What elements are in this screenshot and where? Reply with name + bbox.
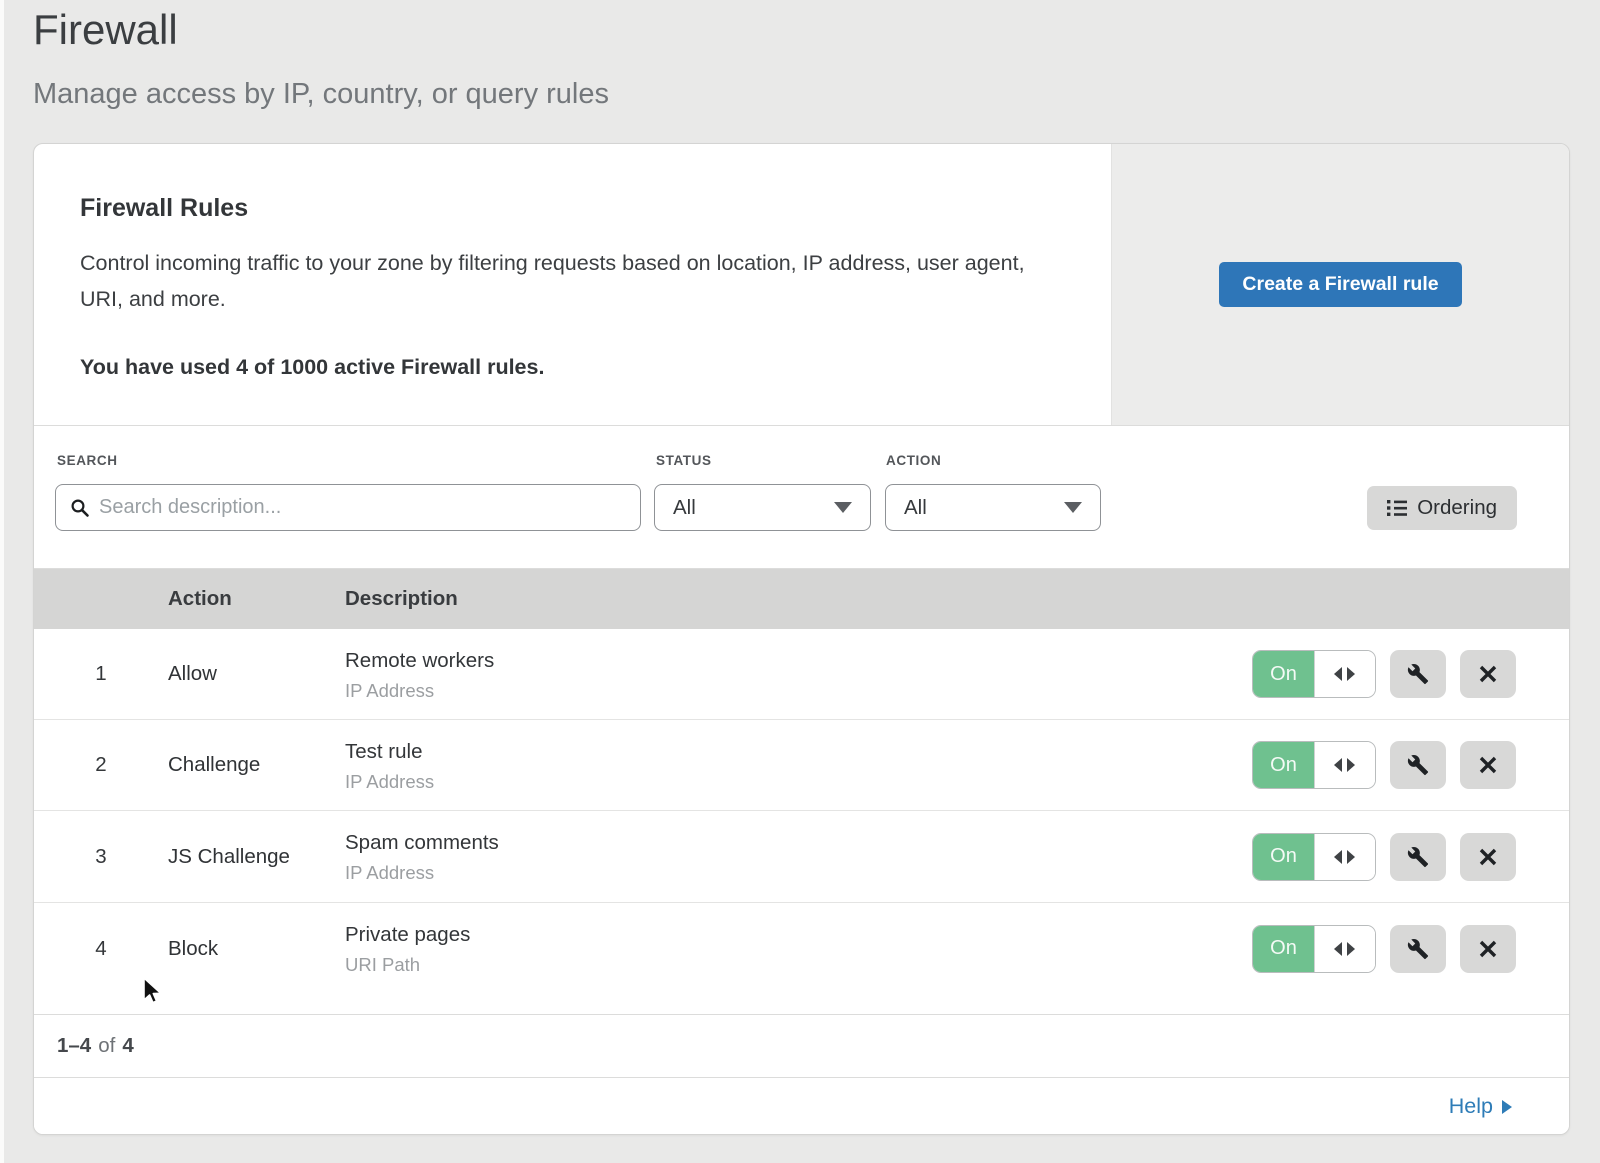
- pagination-bar: 1–4 of 4: [34, 1014, 1569, 1077]
- table-bottom-spacer: [34, 994, 1569, 1014]
- toggle-arrows-icon: [1347, 667, 1355, 681]
- search-box: [55, 484, 641, 531]
- delete-rule-button[interactable]: [1460, 833, 1516, 881]
- pagination-of-text: of: [98, 1034, 115, 1058]
- table-row: 2 Challenge Test rule IP Address On: [34, 720, 1569, 811]
- pagination-total: 4: [122, 1034, 133, 1058]
- toggle-arrows-icon: [1334, 942, 1342, 956]
- edit-rule-button[interactable]: [1390, 650, 1446, 698]
- page-title: Firewall: [33, 6, 178, 54]
- close-icon: [1478, 755, 1498, 775]
- caret-down-icon: [834, 502, 852, 513]
- close-icon: [1478, 847, 1498, 867]
- rule-action: Challenge: [168, 753, 345, 777]
- rule-enabled-toggle[interactable]: On: [1252, 741, 1376, 789]
- filters-bar: SEARCH STATUS All ACTION All: [34, 426, 1569, 569]
- toggle-arrows-icon: [1334, 667, 1342, 681]
- toggle-on-label[interactable]: On: [1253, 834, 1314, 880]
- row-controls: On: [1252, 720, 1516, 810]
- rule-enabled-toggle[interactable]: On: [1252, 650, 1376, 698]
- row-controls: On: [1252, 629, 1516, 719]
- table-header: Action Description: [34, 569, 1569, 629]
- row-controls: On: [1252, 811, 1516, 902]
- card-heading: Firewall Rules: [80, 194, 1080, 223]
- edit-rule-button[interactable]: [1390, 925, 1446, 973]
- pagination-range: 1–4: [57, 1034, 91, 1058]
- toggle-arrows-icon: [1347, 850, 1355, 864]
- page-subtitle: Manage access by IP, country, or query r…: [33, 78, 609, 111]
- toggle-handle[interactable]: [1314, 651, 1375, 697]
- ordered-list-icon: [1387, 499, 1407, 517]
- rule-priority: 2: [34, 753, 168, 777]
- help-link-label: Help: [1449, 1094, 1493, 1119]
- rule-priority: 1: [34, 662, 168, 686]
- help-arrow-icon: [1502, 1100, 1512, 1114]
- delete-rule-button[interactable]: [1460, 650, 1516, 698]
- caret-down-icon: [1064, 502, 1082, 513]
- status-selected-value: All: [673, 496, 696, 520]
- card-footer: Help: [34, 1077, 1569, 1135]
- edit-rule-button[interactable]: [1390, 833, 1446, 881]
- wrench-icon: [1407, 663, 1429, 685]
- firewall-page: Firewall Manage access by IP, country, o…: [0, 0, 1600, 1163]
- ordering-button-label: Ordering: [1417, 496, 1497, 520]
- toggle-arrows-icon: [1347, 758, 1355, 772]
- close-icon: [1478, 664, 1498, 684]
- toggle-arrows-icon: [1334, 758, 1342, 772]
- toggle-arrows-icon: [1334, 850, 1342, 864]
- wrench-icon: [1407, 938, 1429, 960]
- toggle-on-label[interactable]: On: [1253, 651, 1314, 697]
- table-row: 3 JS Challenge Spam comments IP Address …: [34, 811, 1569, 903]
- rule-action: Block: [168, 937, 345, 961]
- rule-action: JS Challenge: [168, 845, 345, 869]
- search-icon: [70, 498, 90, 518]
- rule-priority: 4: [34, 937, 168, 961]
- toggle-handle[interactable]: [1314, 834, 1375, 880]
- description-column-header: Description: [345, 587, 1569, 611]
- wrench-icon: [1407, 754, 1429, 776]
- status-select[interactable]: All: [654, 484, 871, 531]
- search-label: SEARCH: [57, 453, 118, 468]
- delete-rule-button[interactable]: [1460, 925, 1516, 973]
- intro-text-block: Firewall Rules Control incoming traffic …: [80, 144, 1080, 380]
- action-selected-value: All: [904, 496, 927, 520]
- toggle-on-label[interactable]: On: [1253, 742, 1314, 788]
- firewall-rules-card: Firewall Rules Control incoming traffic …: [33, 143, 1570, 1135]
- toggle-handle[interactable]: [1314, 926, 1375, 972]
- usage-note: You have used 4 of 1000 active Firewall …: [80, 355, 1080, 380]
- toggle-on-label[interactable]: On: [1253, 926, 1314, 972]
- ordering-button[interactable]: Ordering: [1367, 486, 1517, 530]
- edit-rule-button[interactable]: [1390, 741, 1446, 789]
- toggle-arrows-icon: [1347, 942, 1355, 956]
- delete-rule-button[interactable]: [1460, 741, 1516, 789]
- wrench-icon: [1407, 846, 1429, 868]
- action-select[interactable]: All: [885, 484, 1101, 531]
- card-intro-section: Firewall Rules Control incoming traffic …: [34, 144, 1569, 426]
- close-icon: [1478, 939, 1498, 959]
- left-edge-sliver: [0, 0, 4, 1163]
- table-row: 4 Block Private pages URI Path On: [34, 903, 1569, 994]
- help-link[interactable]: Help: [1449, 1094, 1512, 1119]
- status-label: STATUS: [656, 453, 712, 468]
- toggle-handle[interactable]: [1314, 742, 1375, 788]
- rule-priority: 3: [34, 845, 168, 869]
- row-controls: On: [1252, 903, 1516, 994]
- create-firewall-rule-button[interactable]: Create a Firewall rule: [1219, 262, 1461, 307]
- action-column-header: Action: [168, 587, 345, 611]
- card-description: Control incoming traffic to your zone by…: [80, 245, 1040, 317]
- search-input[interactable]: [99, 496, 626, 519]
- rule-enabled-toggle[interactable]: On: [1252, 925, 1376, 973]
- table-row: 1 Allow Remote workers IP Address On: [34, 629, 1569, 720]
- rule-enabled-toggle[interactable]: On: [1252, 833, 1376, 881]
- rule-action: Allow: [168, 662, 345, 686]
- cta-panel: Create a Firewall rule: [1111, 144, 1569, 425]
- action-label: ACTION: [886, 453, 941, 468]
